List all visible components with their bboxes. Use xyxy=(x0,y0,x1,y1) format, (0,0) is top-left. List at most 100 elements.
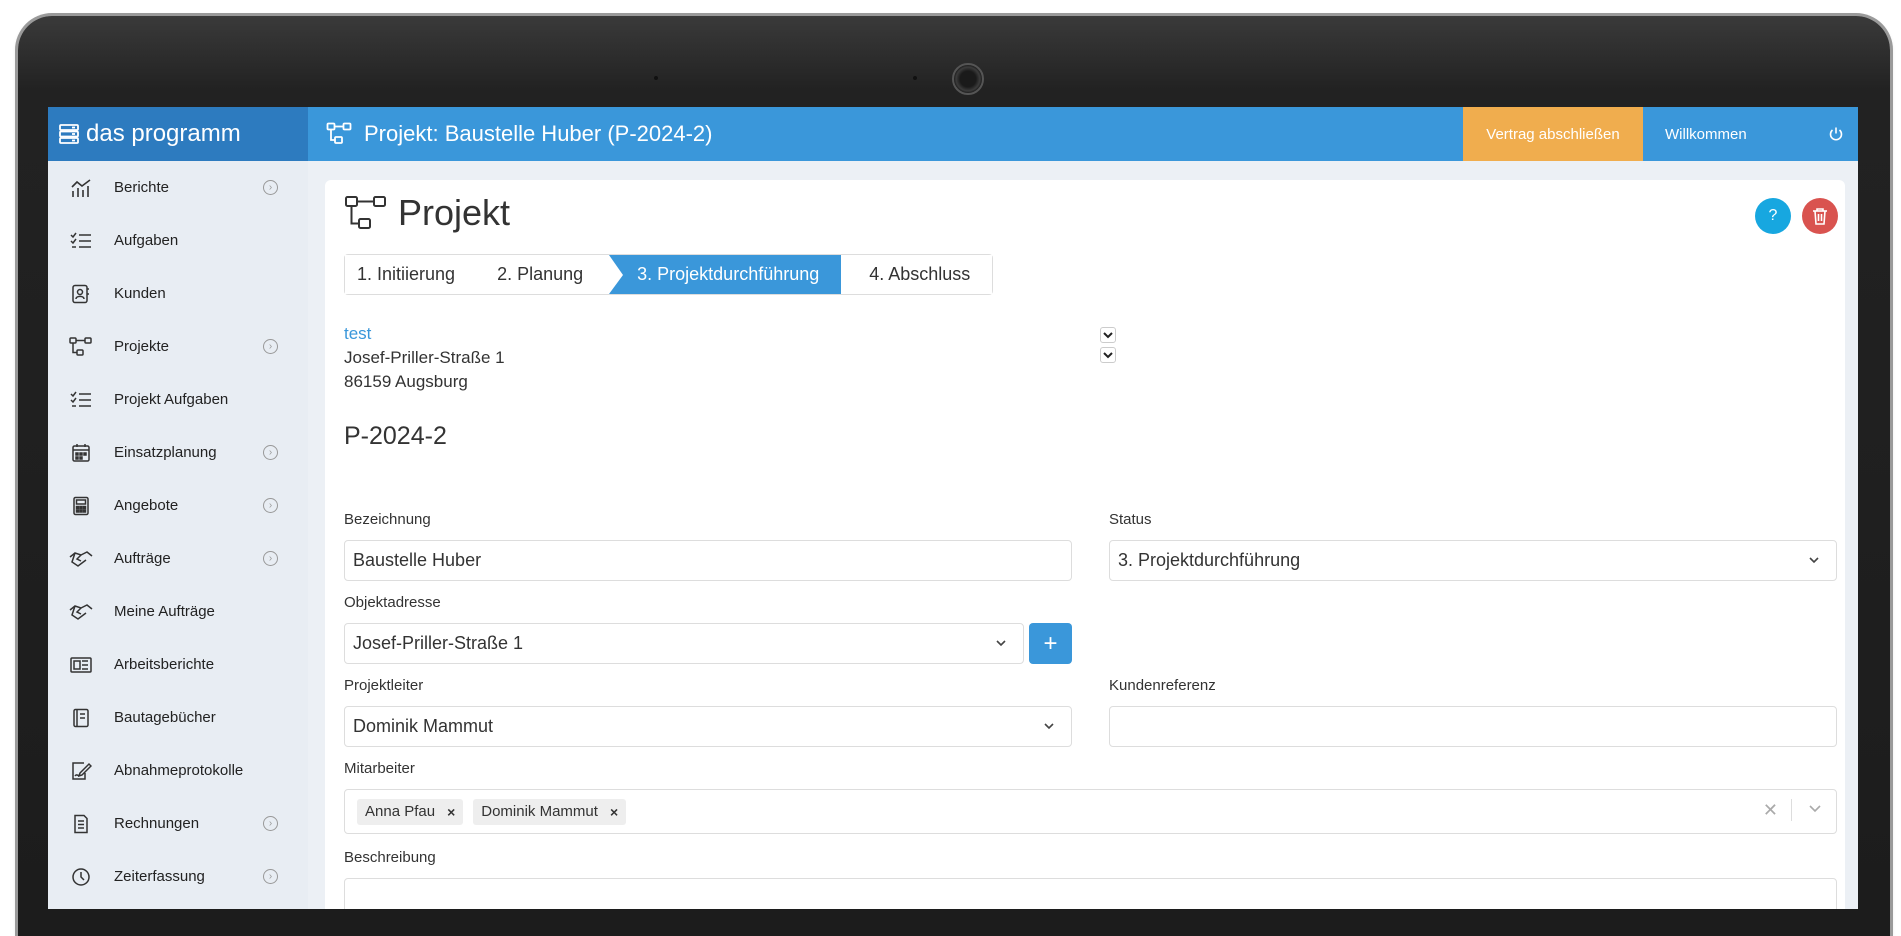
remove-tag-icon[interactable]: × xyxy=(447,804,455,820)
sidebar-item-meine-auftraege[interactable]: Meine Aufträge xyxy=(48,585,308,638)
mitarbeiter-label: Mitarbeiter xyxy=(344,760,415,777)
address-dropdown-toggle[interactable] xyxy=(1100,347,1116,363)
brand-logo[interactable]: das programm xyxy=(48,107,308,161)
sidebar-item-arbeitsberichte[interactable]: Arbeitsberichte xyxy=(48,638,308,691)
chevron-down-icon[interactable] xyxy=(1808,801,1822,816)
power-icon[interactable] xyxy=(1828,126,1844,142)
sensor-dot xyxy=(913,76,917,80)
sidebar-item-label: Projekt Aufgaben xyxy=(114,391,229,408)
project-icon xyxy=(326,122,352,144)
trash-icon xyxy=(1813,208,1827,225)
chart-icon xyxy=(68,178,94,198)
page-header-title: Projekt: Baustelle Huber (P-2024-2) xyxy=(364,121,713,146)
tag-label: Dominik Mammut xyxy=(481,803,598,820)
chevron-right-icon[interactable]: › xyxy=(263,445,278,460)
objektadresse-label: Objektadresse xyxy=(344,594,441,611)
contract-button[interactable]: Vertrag abschließen xyxy=(1463,107,1643,161)
customer-city: 86159 Augsburg xyxy=(344,372,468,391)
add-address-button[interactable]: + xyxy=(1029,623,1072,664)
projektleiter-label: Projektleiter xyxy=(344,677,424,694)
page-title: Projekt xyxy=(344,192,510,234)
calendar-icon xyxy=(68,443,94,463)
mitarbeiter-multiselect[interactable]: Anna Pfau × Dominik Mammut × ✕ xyxy=(344,789,1837,834)
bezeichnung-field[interactable]: Baustelle Huber xyxy=(344,540,1072,581)
sidebar-item-einsatzplanung[interactable]: Einsatzplanung › xyxy=(48,426,308,479)
selected-tag: Dominik Mammut × xyxy=(473,798,627,825)
beschreibung-label: Beschreibung xyxy=(344,849,436,866)
brand-name: das programm xyxy=(86,120,241,147)
projektleiter-select[interactable]: Dominik Mammut xyxy=(344,706,1072,747)
chevron-right-icon[interactable]: › xyxy=(263,498,278,513)
sidebar-item-kunden[interactable]: Kunden xyxy=(48,267,308,320)
beschreibung-textarea[interactable] xyxy=(344,878,1837,909)
tag-label: Anna Pfau xyxy=(365,803,436,820)
sidebar-item-label: Zeiterfassung xyxy=(114,868,205,885)
chevron-right-icon[interactable]: › xyxy=(263,551,278,566)
help-button[interactable]: ? xyxy=(1755,198,1791,234)
handshake-icon xyxy=(68,550,94,568)
chevron-down-icon xyxy=(1103,351,1113,358)
chevron-right-icon[interactable]: › xyxy=(263,339,278,354)
objektadresse-select[interactable]: Josef-Priller-Straße 1 xyxy=(344,623,1024,664)
clear-icon[interactable]: ✕ xyxy=(1763,800,1778,821)
sidebar-item-projekt-aufgaben[interactable]: Projekt Aufgaben xyxy=(48,373,308,426)
invoice-icon xyxy=(68,814,94,834)
sidebar-item-bautagebuecher[interactable]: Bautagebücher xyxy=(48,691,308,744)
page-header: Projekt: Baustelle Huber (P-2024-2) xyxy=(308,121,1463,147)
chevron-down-icon xyxy=(1043,719,1055,733)
top-bar: Projekt: Baustelle Huber (P-2024-2) Vert… xyxy=(308,107,1858,161)
bezeichnung-label: Bezeichnung xyxy=(344,511,431,528)
status-select[interactable]: 3. Projektdurchführung xyxy=(1109,540,1837,581)
sidebar-item-auftraege[interactable]: Aufträge › xyxy=(48,532,308,585)
kundenreferenz-input[interactable] xyxy=(1109,706,1837,747)
projektleiter-value: Dominik Mammut xyxy=(353,716,494,736)
handshake-icon xyxy=(68,603,94,621)
chevron-down-icon xyxy=(995,636,1007,650)
sidebar: Berichte › Aufgaben Kunden Projekte › Pr… xyxy=(48,161,308,909)
sidebar-item-zeiterfassung[interactable]: Zeiterfassung › xyxy=(48,850,308,903)
book-icon xyxy=(68,708,94,728)
chevron-down-icon xyxy=(1808,553,1820,567)
sensor-dot xyxy=(654,76,658,80)
contact-icon xyxy=(68,284,94,304)
clock-icon xyxy=(68,867,94,887)
delete-button[interactable] xyxy=(1802,198,1838,234)
checklist-icon xyxy=(68,391,94,409)
chevron-right-icon[interactable]: › xyxy=(263,816,278,831)
step-abschluss[interactable]: 4. Abschluss xyxy=(841,255,993,294)
sidebar-item-label: Angebote xyxy=(114,497,179,514)
chevron-right-icon[interactable]: › xyxy=(263,869,278,884)
welcome-label: Willkommen xyxy=(1665,125,1747,143)
sidebar-item-abnahmeprotokolle[interactable]: Abnahmeprotokolle xyxy=(48,744,308,797)
chevron-right-icon[interactable]: › xyxy=(263,180,278,195)
report-icon xyxy=(68,656,94,674)
sidebar-item-aufgaben[interactable]: Aufgaben xyxy=(48,214,308,267)
sidebar-item-label: Aufgaben xyxy=(114,232,179,249)
customer-address: test Josef-Priller-Straße 1 86159 Augsbu… xyxy=(344,322,505,394)
sidebar-item-angebote[interactable]: Angebote › xyxy=(48,479,308,532)
status-label: Status xyxy=(1109,511,1152,528)
page-title-text: Projekt xyxy=(398,192,511,233)
customer-dropdown-toggle[interactable] xyxy=(1100,327,1116,343)
sidebar-item-berichte[interactable]: Berichte › xyxy=(48,161,308,214)
remove-tag-icon[interactable]: × xyxy=(610,804,618,820)
sidebar-item-label: Einsatzplanung xyxy=(114,444,217,461)
customer-street: Josef-Priller-Straße 1 xyxy=(344,348,505,367)
sidebar-item-label: Bautagebücher xyxy=(114,709,216,726)
kundenreferenz-label: Kundenreferenz xyxy=(1109,677,1216,694)
project-panel: Projekt ? 1. Initiierung 2. Planung 3. P… xyxy=(325,180,1845,909)
sidebar-item-label: Berichte xyxy=(114,179,170,196)
step-projektdurchfuehrung[interactable]: 3. Projektdurchführung xyxy=(609,255,856,294)
sidebar-item-label: Meine Aufträge xyxy=(114,603,215,620)
sidebar-item-projekte[interactable]: Projekte › xyxy=(48,320,308,373)
project-icon xyxy=(345,196,386,229)
customer-name-link[interactable]: test xyxy=(344,322,505,346)
sidebar-item-rechnungen[interactable]: Rechnungen › xyxy=(48,797,308,850)
selected-tag: Anna Pfau × xyxy=(357,798,464,825)
checklist-icon xyxy=(68,232,94,250)
step-planung[interactable]: 2. Planung xyxy=(481,255,610,294)
sidebar-item-label: Arbeitsberichte xyxy=(114,656,215,673)
user-menu[interactable]: Willkommen xyxy=(1643,107,1858,161)
webcam xyxy=(952,63,984,95)
step-initiierung[interactable]: 1. Initiierung xyxy=(345,255,482,294)
